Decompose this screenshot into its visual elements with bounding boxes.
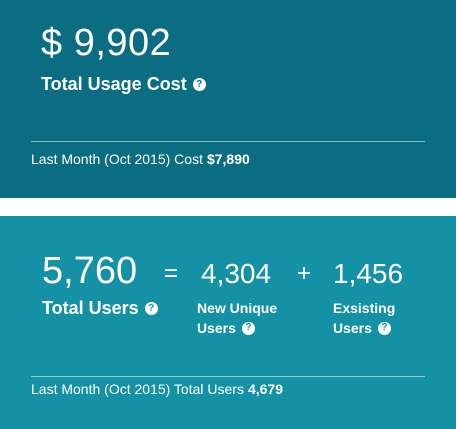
cost-divider [31,141,425,142]
users-divider [31,376,425,377]
users-card: 5,760 Total Users ? = 4,304 + 1,456 New … [0,216,456,429]
new-unique-users-value: 4,304 [201,258,272,289]
existing-label-line2: Users [333,320,372,336]
total-users-label: Total Users [42,298,139,318]
users-footer: Last Month (Oct 2015) Total Users 4,679 [31,381,283,397]
question-circle-icon[interactable]: ? [192,78,206,91]
existing-users-value: 1,456 [333,258,404,289]
new-unique-users-label: New Unique Users ? [197,298,277,338]
users-footer-value: 4,679 [247,381,283,397]
new-unique-label-line2: Users [197,320,236,336]
cost-footer-value: $7,890 [206,151,250,167]
existing-label-line1: Exsisting [333,300,396,316]
question-circle-icon[interactable]: ? [144,302,158,315]
cost-footer: Last Month (Oct 2015) Cost $7,890 [31,151,250,167]
cost-card: $ 9,902 Total Usage Cost ? Last Month (O… [0,0,456,198]
total-cost-label-row: Total Usage Cost ? [41,74,206,95]
users-footer-text: Last Month (Oct 2015) Total Users [31,381,244,397]
plus-sign: + [297,260,312,287]
equals-sign: = [164,260,179,287]
total-cost-label: Total Usage Cost [41,74,187,94]
question-circle-icon[interactable]: ? [377,321,391,335]
new-unique-label-line2-row: Users ? [197,318,277,338]
question-circle-icon[interactable]: ? [241,321,255,335]
new-unique-label-line1: New Unique [197,300,278,316]
existing-users-label: Exsisting Users ? [333,298,395,338]
total-users-value: 5,760 [42,250,138,292]
total-users-label-row: Total Users ? [42,298,158,319]
cost-footer-text: Last Month (Oct 2015) Cost [31,151,203,167]
existing-label-line2-row: Users ? [333,318,395,338]
total-cost-value: $ 9,902 [41,22,172,64]
